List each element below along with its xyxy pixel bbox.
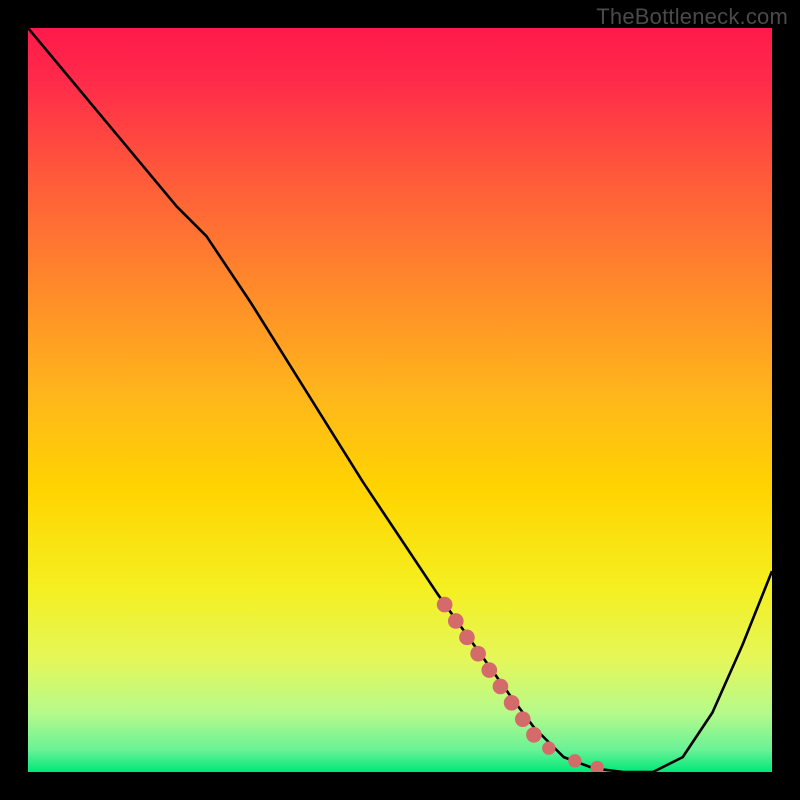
bottleneck-chart (28, 28, 772, 772)
chart-frame: TheBottleneck.com (0, 0, 800, 800)
gradient-background (28, 28, 772, 772)
watermark-text: TheBottleneck.com (596, 4, 788, 30)
